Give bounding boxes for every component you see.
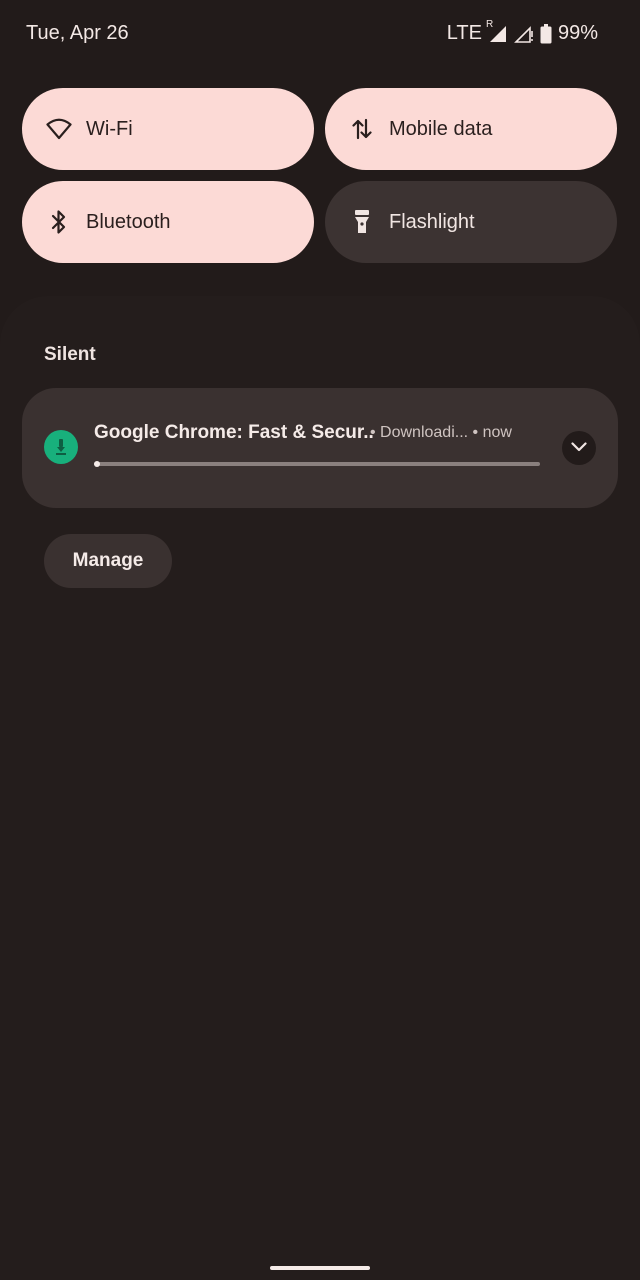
roaming-indicator: R xyxy=(485,18,494,30)
bluetooth-label: Bluetooth xyxy=(86,210,171,233)
status-date: Tue, Apr 26 xyxy=(26,22,129,44)
download-progress-fill xyxy=(94,461,100,467)
network-type: LTE xyxy=(446,22,482,44)
section-title-silent: Silent xyxy=(44,344,96,365)
signal-empty-icon xyxy=(514,25,534,43)
notification-title: Google Chrome: Fast & Secur.. xyxy=(94,422,374,443)
bluetooth-icon xyxy=(46,209,72,235)
notification-meta: • Downloadi... • now xyxy=(370,424,512,441)
status-icons: LTE R 99% xyxy=(446,19,598,45)
flashlight-tile[interactable]: Flashlight xyxy=(325,181,617,263)
wifi-label: Wi-Fi xyxy=(86,117,133,140)
battery-percentage: 99% xyxy=(557,22,598,44)
flashlight-label: Flashlight xyxy=(389,210,475,233)
chevron-down-icon xyxy=(571,439,587,457)
mobile-data-icon xyxy=(349,116,375,142)
app-icon xyxy=(44,430,78,464)
signal-icon: R xyxy=(486,19,508,43)
status-bar: Tue, Apr 26 LTE R 99% xyxy=(0,0,640,66)
flashlight-icon xyxy=(349,209,375,235)
navigation-handle[interactable] xyxy=(270,1266,370,1270)
battery-icon xyxy=(540,23,552,44)
download-progress-bar xyxy=(94,461,540,467)
bluetooth-tile[interactable]: Bluetooth xyxy=(22,181,314,263)
manage-button[interactable]: Manage xyxy=(44,534,172,588)
wifi-tile[interactable]: Wi-Fi xyxy=(22,88,314,170)
mobile-data-label: Mobile data xyxy=(389,117,493,140)
mobile-data-tile[interactable]: Mobile data xyxy=(325,88,617,170)
expand-button[interactable] xyxy=(562,431,596,465)
notification-card[interactable]: Google Chrome: Fast & Secur.. • Download… xyxy=(22,388,618,508)
wifi-icon xyxy=(46,116,72,142)
